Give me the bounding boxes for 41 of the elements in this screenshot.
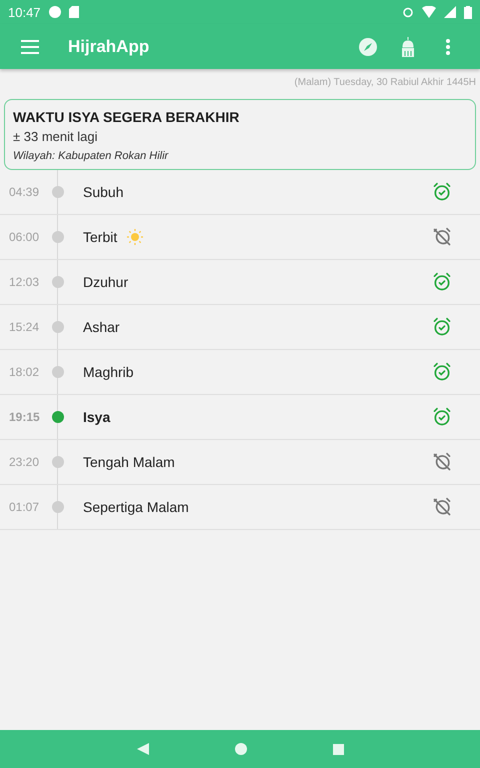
recents-icon[interactable]	[332, 744, 344, 754]
menu-icon[interactable]	[21, 40, 39, 54]
back-icon[interactable]	[136, 743, 148, 755]
battery-icon	[464, 6, 472, 18]
prayer-name: Terbit	[83, 229, 118, 245]
compass-icon[interactable]	[359, 38, 377, 56]
alarm-on-icon[interactable]	[432, 407, 452, 427]
sd-card-icon	[68, 6, 79, 18]
prayer-time: 18:02	[8, 365, 40, 379]
signal-icon	[444, 6, 456, 18]
prayer-time: 12:03	[8, 275, 40, 289]
alarm-off-icon[interactable]	[432, 497, 452, 517]
prayer-time: 04:39	[8, 185, 40, 199]
date-text: (Malam) Tuesday, 30 Rabiul Akhir 1445H	[294, 77, 476, 88]
notice-title: WAKTU ISYA SEGERA BERAKHIR	[13, 109, 240, 125]
home-icon[interactable]	[234, 743, 246, 755]
remaining-time-text: ± 33 menit lagi	[13, 129, 98, 144]
alarm-on-icon[interactable]	[432, 272, 452, 292]
alarm-off-icon[interactable]	[432, 452, 452, 472]
prayer-time: 06:00	[8, 230, 40, 244]
mosque-icon[interactable]	[401, 36, 415, 56]
prayer-name: Maghrib	[83, 364, 134, 380]
prayer-time: 19:15	[8, 410, 41, 424]
alarm-on-icon[interactable]	[432, 317, 452, 337]
prayer-name: Ashar	[83, 319, 120, 335]
clock-text: 10:47	[8, 4, 41, 20]
prayer-name: Sepertiga Malam	[83, 499, 189, 515]
prayer-name: Dzuhur	[83, 274, 128, 290]
prayer-time: 01:07	[8, 500, 40, 514]
region-text: Wilayah: Kabupaten Rokan Hilir	[13, 150, 170, 162]
prayer-name: Isya	[83, 409, 110, 425]
prayer-name: Tengah Malam	[83, 454, 175, 470]
wifi-icon	[422, 6, 436, 18]
prayer-time: 23:20	[8, 455, 40, 469]
prayer-name: Subuh	[83, 184, 124, 200]
alarm-on-icon[interactable]	[432, 362, 452, 382]
alarm-off-icon[interactable]	[432, 227, 452, 247]
alarm-on-icon[interactable]	[432, 182, 452, 202]
app-title: HijrahApp	[68, 36, 150, 56]
more-icon[interactable]	[446, 38, 450, 54]
prayer-time: 15:24	[8, 320, 40, 334]
